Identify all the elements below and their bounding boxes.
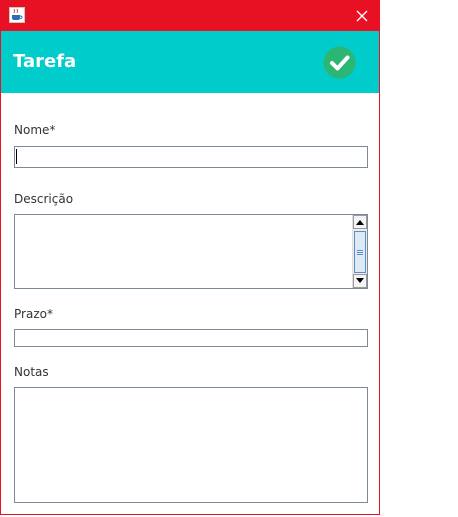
nome-input[interactable] (14, 146, 368, 168)
scroll-down-button[interactable] (353, 274, 367, 288)
header-bar: Tarefa (1, 31, 379, 93)
close-button[interactable] (345, 1, 379, 31)
grip-icon (357, 249, 363, 255)
descricao-label: Descrição (14, 192, 74, 206)
notas-label: Notas (14, 365, 49, 379)
page-title: Tarefa (13, 51, 77, 72)
arrow-up-icon (356, 220, 364, 225)
prazo-input[interactable] (14, 329, 368, 347)
title-bar[interactable] (1, 1, 379, 31)
descricao-textarea[interactable] (14, 214, 368, 289)
scroll-thumb[interactable] (354, 231, 366, 273)
prazo-label: Prazo* (14, 307, 53, 321)
descricao-scrollbar[interactable] (352, 215, 367, 288)
arrow-down-icon (356, 278, 364, 283)
check-circle-icon (323, 46, 356, 79)
notas-textarea[interactable] (14, 387, 368, 503)
nome-field-wrap (14, 146, 368, 168)
java-coffee-icon (9, 7, 25, 23)
text-caret (16, 149, 17, 164)
confirm-button[interactable] (323, 46, 356, 79)
scroll-up-button[interactable] (353, 215, 367, 229)
nome-label: Nome* (14, 123, 56, 137)
task-window: Tarefa Nome* Descrição Prazo* Notas (0, 0, 380, 515)
close-icon (356, 10, 368, 22)
